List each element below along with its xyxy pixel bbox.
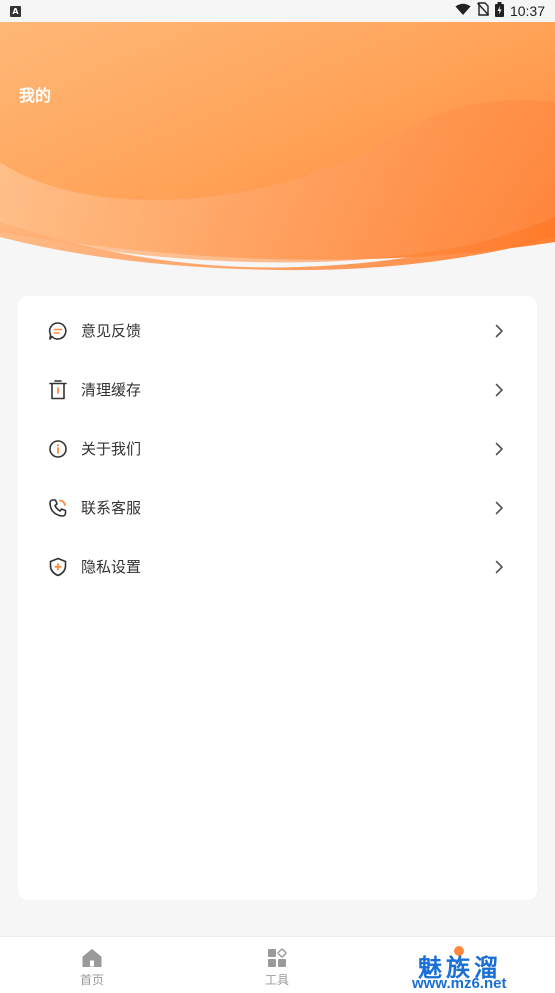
settings-menu-card: 意见反馈 清理缓存 关于我们 联系客服 隐私设置: [18, 296, 537, 900]
phone-icon: [47, 497, 69, 519]
chevron-right-icon: [492, 559, 506, 575]
notification-a-icon: A: [10, 5, 21, 17]
chevron-right-icon: [492, 323, 506, 339]
tab-home[interactable]: 首页: [42, 937, 142, 993]
shield-icon: [47, 556, 69, 578]
chevron-right-icon: [492, 441, 506, 457]
status-time: 10:37: [509, 3, 545, 19]
menu-item-label: 隐私设置: [81, 559, 142, 576]
menu-item-privacy-settings[interactable]: 隐私设置: [18, 537, 537, 596]
tools-icon: [266, 947, 288, 969]
profile-header: 我的: [0, 22, 555, 272]
wifi-icon: [455, 3, 471, 20]
menu-item-label: 关于我们: [81, 441, 142, 458]
menu-item-label: 意见反馈: [81, 323, 142, 340]
trash-icon: [47, 379, 69, 401]
menu-item-label: 联系客服: [81, 500, 142, 517]
no-sim-icon: [476, 2, 489, 20]
tab-label: 首页: [79, 973, 104, 987]
tab-tools[interactable]: 工具: [227, 937, 327, 993]
header-background: [0, 22, 555, 271]
status-bar: A 10:37: [0, 0, 555, 22]
feedback-icon: [47, 320, 69, 342]
watermark-logo: 魅族溜 www.mz6.net: [410, 944, 555, 993]
tab-label: 工具: [264, 973, 289, 987]
menu-item-feedback[interactable]: 意见反馈: [18, 301, 537, 360]
menu-item-customer-service[interactable]: 联系客服: [18, 478, 537, 537]
info-icon: [47, 438, 69, 460]
menu-item-about-us[interactable]: 关于我们: [18, 419, 537, 478]
home-icon: [81, 947, 103, 969]
menu-item-label: 清理缓存: [81, 382, 142, 399]
status-left: A: [10, 5, 21, 17]
chevron-right-icon: [492, 500, 506, 516]
chevron-right-icon: [492, 382, 506, 398]
page-title: 我的: [19, 88, 52, 105]
status-right: 10:37: [455, 1, 545, 21]
watermark-url: www.mz6.net: [412, 975, 507, 992]
menu-item-clear-cache[interactable]: 清理缓存: [18, 360, 537, 419]
battery-charging-icon: [494, 1, 504, 21]
